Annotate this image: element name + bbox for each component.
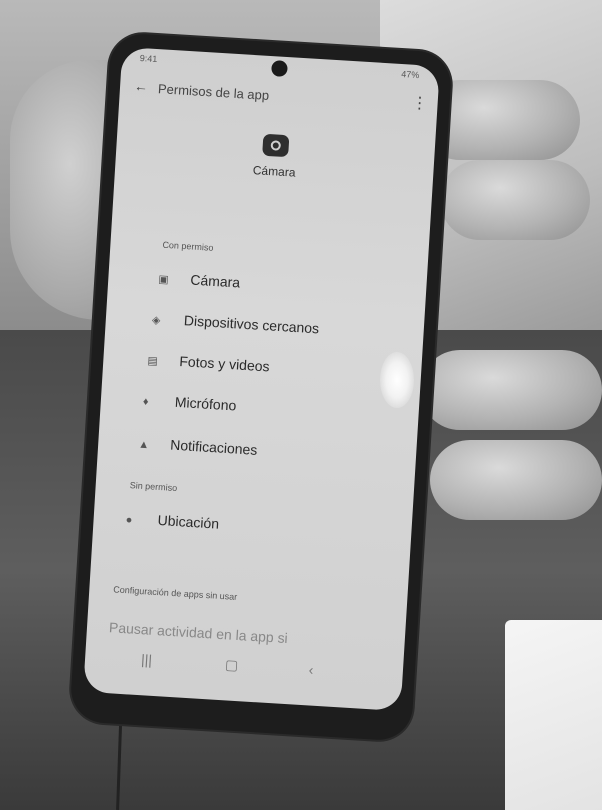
permission-photos[interactable]: ▤ Fotos y videos	[146, 351, 270, 384]
photo-background: 9:41 47% ← Permisos de la app ⋮ Cámara C…	[0, 0, 602, 810]
back-button[interactable]: ‹	[308, 661, 314, 677]
nearby-devices-icon: ◈	[151, 314, 161, 327]
permission-nearby-devices[interactable]: ◈ Dispositivos cercanos	[151, 310, 320, 346]
section-without-permission: Sin permiso	[129, 480, 178, 494]
home-button[interactable]: ▢	[224, 656, 239, 674]
photos-icon: ▤	[147, 355, 159, 368]
permission-label: Notificaciones	[169, 436, 258, 458]
permission-label: Cámara	[189, 271, 241, 291]
permission-location[interactable]: ● Ubicación	[125, 510, 220, 542]
finger-middle	[420, 350, 602, 430]
location-icon: ●	[125, 513, 133, 527]
light-glare	[380, 352, 414, 408]
camera-app-icon	[262, 133, 290, 158]
microphone-icon: ♦	[142, 395, 149, 409]
app-bar-title: Permisos de la app	[157, 81, 270, 103]
permission-label: Fotos y videos	[178, 352, 271, 375]
bell-icon: ▲	[137, 438, 150, 452]
permission-label: Dispositivos cercanos	[183, 312, 320, 337]
permission-camera[interactable]: ▣ Cámara	[157, 270, 241, 301]
finger-upper	[440, 160, 590, 240]
camera-icon: ▣	[158, 273, 170, 287]
recents-button[interactable]: |||	[141, 651, 153, 668]
white-box	[505, 620, 602, 810]
permission-microphone[interactable]: ♦ Micrófono	[142, 392, 237, 424]
section-with-permission: Con permiso	[162, 239, 214, 253]
more-options-icon[interactable]: ⋮	[411, 93, 428, 114]
finger-lower	[430, 440, 602, 520]
permission-label: Micrófono	[174, 393, 237, 414]
pause-activity-setting[interactable]: Pausar actividad en la app si	[109, 619, 289, 646]
permission-notifications[interactable]: ▲ Notificaciones	[137, 435, 258, 468]
back-arrow-icon[interactable]: ←	[134, 78, 149, 95]
navigation-bar: ||| ▢ ‹	[84, 642, 403, 695]
battery-level: 47%	[401, 68, 420, 81]
page-title: Cámara	[252, 163, 296, 180]
permission-label: Ubicación	[157, 511, 220, 532]
section-unused-apps: Configuración de apps sin usar	[113, 584, 238, 602]
status-time: 9:41	[139, 53, 158, 65]
